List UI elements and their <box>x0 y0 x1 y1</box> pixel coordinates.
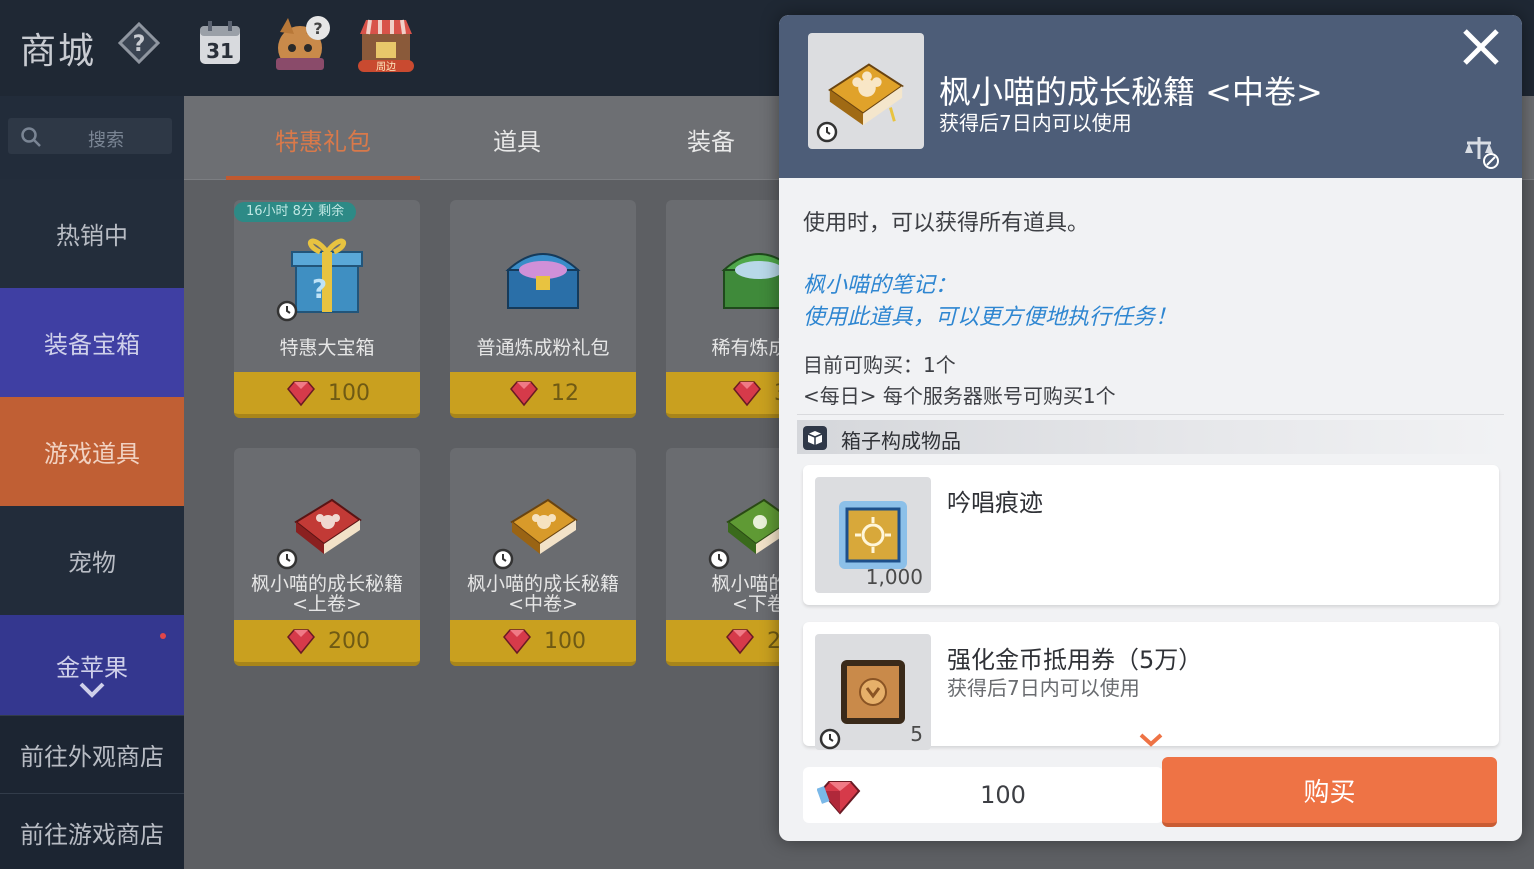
time-limit-icon <box>276 300 298 322</box>
item-description: 使用时，可以获得所有道具。 <box>803 211 1090 236</box>
price-value: 100 <box>328 380 370 406</box>
purchase-available: 目前可购买：1个 <box>803 353 956 377</box>
price-bar: 100 <box>234 372 420 418</box>
price-value: 100 <box>980 781 1026 809</box>
sidebar-item-game-items[interactable]: 游戏道具 <box>0 397 184 506</box>
sidebar-item-label: 游戏道具 <box>44 440 140 468</box>
product-name: 枫小喵的成长秘籍 <上卷> <box>250 573 403 615</box>
item-thumbnail <box>808 33 924 149</box>
box-contents-header: 箱子构成物品 <box>797 420 1504 454</box>
price-value: 100 <box>544 628 586 654</box>
product-name: 特惠大宝箱 <box>279 337 375 359</box>
sidebar: 搜索 热销中 装备宝箱 游戏道具 宠物 金苹果 前往外观商店 前往游戏商店 <box>0 96 184 869</box>
svg-text:?: ? <box>133 32 146 57</box>
price-value: 200 <box>328 628 370 654</box>
red-diamond-icon <box>510 381 538 407</box>
scroll-trace-icon <box>839 501 907 569</box>
price-bar: 100 <box>450 620 636 666</box>
sidebar-item-label: 热销中 <box>56 222 128 250</box>
product-name: 普通炼成粉礼包 <box>476 337 610 359</box>
chevron-down-icon[interactable] <box>1137 731 1165 749</box>
blue-treasure-chest-icon <box>505 253 581 309</box>
divider <box>797 414 1504 415</box>
product-card[interactable]: 16小时 8分 剩余 ? 特惠大宝箱 100 <box>234 200 420 418</box>
notification-dot <box>160 633 166 639</box>
box-content-item[interactable]: 1,000 吟唱痕迹 <box>803 465 1499 605</box>
sidebar-item-pet[interactable]: 宠物 <box>0 506 184 615</box>
red-diamond-icon <box>287 381 315 407</box>
svg-text:?: ? <box>313 19 322 38</box>
time-limit-icon <box>276 548 298 570</box>
tab-special-packs[interactable]: 特惠礼包 <box>226 122 420 157</box>
item-count: 1,000 <box>865 565 923 589</box>
product-card[interactable]: 枫小喵的成长秘籍 <上卷> 200 <box>234 448 420 666</box>
item-validity: 获得后7日内可以使用 <box>947 676 1140 700</box>
red-diamond-icon <box>726 629 754 655</box>
tab-items[interactable]: 道具 <box>420 122 614 157</box>
orange-book-icon <box>828 63 904 126</box>
item-detail-popup: 枫小喵的成长秘籍 <中卷> 获得后7日内可以使用 使用时，可以获得所有道具。 枫… <box>779 15 1522 841</box>
item-thumbnail: 5 <box>815 634 931 750</box>
link-label: 前往游戏商店 <box>20 821 164 849</box>
sidebar-item-equipment-box[interactable]: 装备宝箱 <box>0 288 184 397</box>
item-count: 5 <box>910 722 923 746</box>
item-name: 吟唱痕迹 <box>947 489 1043 517</box>
box-icon <box>803 426 827 450</box>
chevron-down-icon[interactable] <box>78 681 106 699</box>
popup-header: 枫小喵的成长秘籍 <中卷> 获得后7日内可以使用 <box>779 15 1522 178</box>
sidebar-item-label: 宠物 <box>68 549 116 577</box>
no-trade-scale-icon <box>1465 137 1499 169</box>
purchase-limit: <每日> 每个服务器账号可购买1个 <box>803 384 1116 408</box>
price-value: 12 <box>551 380 579 406</box>
sidebar-item-label: 金苹果 <box>56 653 128 682</box>
shop-stall-icon[interactable]: 周边 <box>356 14 416 74</box>
item-note-title: 枫小喵的笔记： <box>803 273 958 298</box>
buy-button[interactable]: 购买 <box>1162 757 1497 827</box>
product-card[interactable]: 枫小喵的成长秘籍 <中卷> 100 <box>450 448 636 666</box>
sidebar-item-golden-apple[interactable]: 金苹果 <box>0 615 184 715</box>
search-icon <box>21 127 41 147</box>
box-content-item[interactable]: 5 强化金币抵用券（5万） 获得后7日内可以使用 <box>803 622 1499 750</box>
product-card[interactable]: 普通炼成粉礼包 12 <box>450 200 636 418</box>
time-limit-icon <box>816 121 838 143</box>
time-limit-icon <box>819 728 841 750</box>
price-bar: 12 <box>450 372 636 418</box>
help-icon[interactable]: ? <box>118 22 160 64</box>
red-diamond-icon <box>287 629 315 655</box>
page-title: 商城 <box>20 31 97 72</box>
calendar-day: 31 <box>206 39 234 63</box>
product-name: 枫小喵的成长秘籍 <中卷> <box>466 573 619 615</box>
item-validity: 获得后7日内可以使用 <box>939 111 1132 135</box>
search-input[interactable]: 搜索 <box>8 118 172 154</box>
gold-coupon-icon <box>841 660 905 724</box>
price-display: 100 <box>803 767 1163 823</box>
box-contents-label: 箱子构成物品 <box>841 429 961 453</box>
sidebar-item-hot[interactable]: 热销中 <box>0 179 184 288</box>
item-thumbnail: 1,000 <box>815 477 931 593</box>
time-limit-icon <box>492 548 514 570</box>
timer-badge: 16小时 8分 剩余 <box>234 202 357 222</box>
close-icon[interactable] <box>1461 27 1501 67</box>
goto-game-shop-link[interactable]: 前往游戏商店 <box>0 793 184 869</box>
svg-text:?: ? <box>312 275 327 305</box>
red-diamond-icon <box>503 629 531 655</box>
link-label: 前往外观商店 <box>20 743 164 771</box>
goto-appearance-shop-link[interactable]: 前往外观商店 <box>0 715 184 793</box>
active-tab-indicator <box>226 176 420 180</box>
sidebar-item-label: 装备宝箱 <box>44 331 140 359</box>
time-limit-icon <box>708 548 730 570</box>
price-bar: 200 <box>234 620 420 666</box>
search-placeholder: 搜索 <box>88 130 124 151</box>
calendar-icon[interactable]: 31 <box>198 20 242 66</box>
red-diamond-icon <box>733 381 761 407</box>
item-name: 强化金币抵用券（5万） <box>947 646 1203 674</box>
item-note-text: 使用此道具，可以更方便地执行任务！ <box>803 305 1178 330</box>
character-help-icon[interactable]: ? <box>270 14 334 74</box>
shop-badge-label: 周边 <box>376 61 396 73</box>
